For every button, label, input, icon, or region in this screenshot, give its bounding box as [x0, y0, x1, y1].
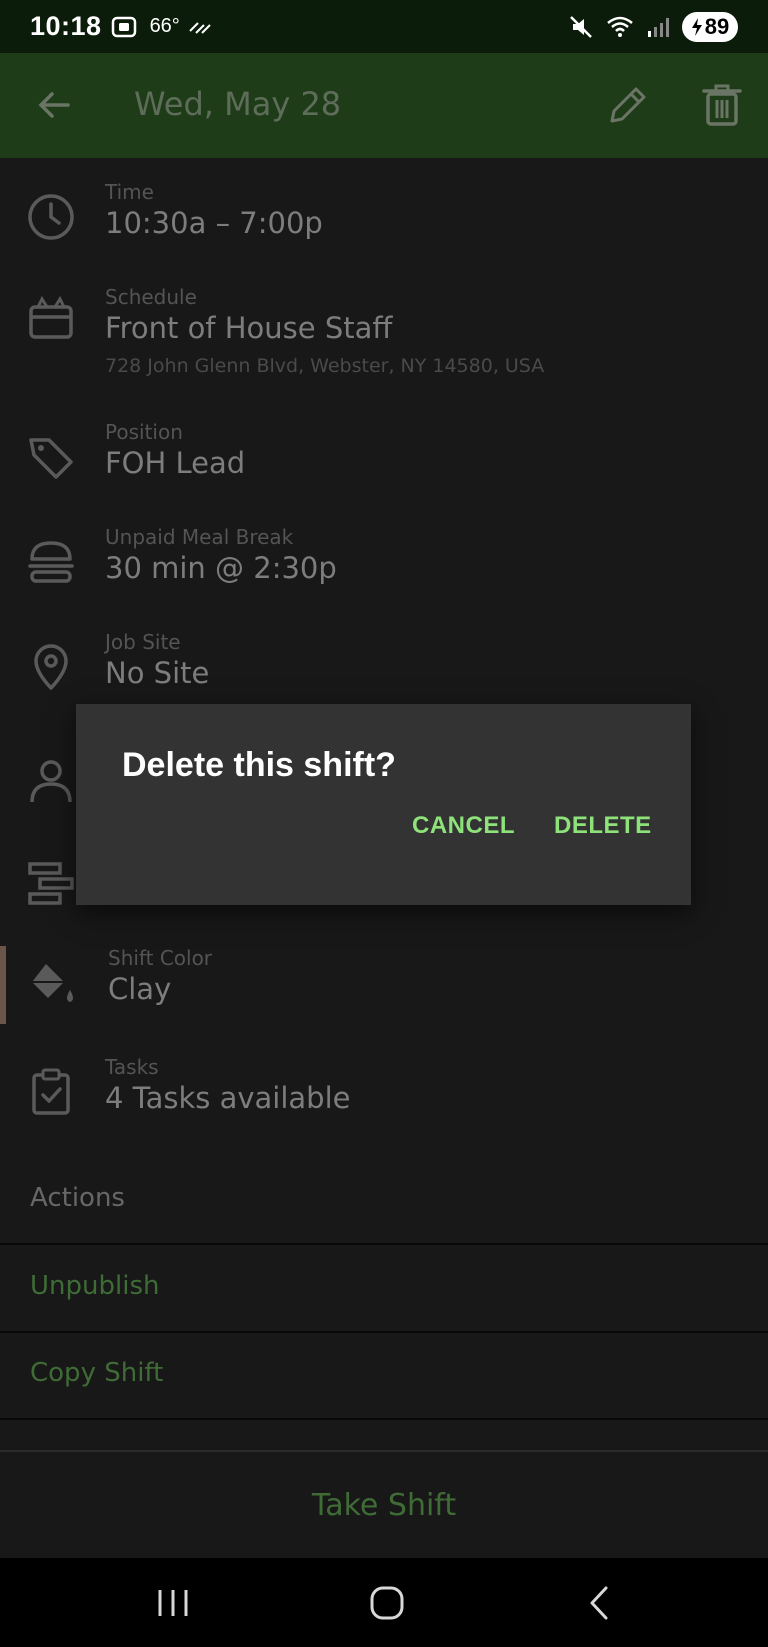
meal-break-value: 30 min @ 2:30p: [105, 551, 337, 585]
bottom-action-bar: Take Shift: [0, 1450, 768, 1558]
tasks-label: Tasks: [105, 1055, 159, 1079]
weather-haze-icon: [189, 21, 211, 34]
wifi-icon: [607, 16, 633, 37]
clock-icon: [28, 194, 74, 240]
time-label: Time: [105, 180, 154, 204]
status-temperature: 66°: [149, 15, 180, 37]
divider: [0, 1418, 768, 1420]
back-arrow-icon[interactable]: [32, 83, 76, 127]
delete-confirm-dialog: Delete this shift? CANCEL DELETE: [76, 704, 691, 905]
meal-break-label: Unpaid Meal Break: [105, 525, 294, 549]
unpublish-button[interactable]: Unpublish: [30, 1271, 159, 1301]
status-bar: 10:18 66° 89: [0, 0, 768, 53]
position-label: Position: [105, 420, 183, 444]
back-nav-icon[interactable]: [578, 1580, 624, 1626]
charging-icon: [691, 17, 702, 36]
layers-align-icon: [28, 862, 74, 905]
mute-icon: [570, 15, 592, 38]
tag-icon: [29, 438, 73, 479]
shift-color-label: Shift Color: [108, 946, 213, 970]
system-nav-bar: [0, 1558, 768, 1647]
recent-apps-icon[interactable]: [150, 1580, 196, 1626]
battery-indicator: 89: [682, 11, 738, 42]
time-value: 10:30a – 7:00p: [105, 206, 323, 240]
tasks-value: 4 Tasks available: [105, 1081, 351, 1115]
schedule-address: 728 John Glenn Blvd, Webster, NY 14580, …: [105, 355, 545, 377]
actions-header: Actions: [30, 1183, 125, 1213]
location-pin-icon: [34, 644, 68, 690]
delete-trash-icon[interactable]: [698, 81, 746, 129]
clipboard-check-icon: [32, 1068, 70, 1115]
dialog-title: Delete this shift?: [122, 746, 396, 784]
page-title: Wed, May 28: [134, 85, 342, 123]
schedule-label: Schedule: [105, 285, 197, 309]
schedule-value: Front of House Staff: [105, 311, 393, 345]
position-value: FOH Lead: [105, 446, 246, 480]
job-site-label: Job Site: [105, 630, 181, 654]
burger-icon: [28, 541, 74, 583]
job-site-value: No Site: [105, 656, 210, 690]
divider: [0, 1243, 768, 1245]
cancel-button[interactable]: CANCEL: [412, 812, 515, 840]
take-shift-button[interactable]: Take Shift: [0, 1452, 768, 1560]
shift-color-strip: [0, 946, 6, 1024]
battery-level: 89: [704, 13, 730, 39]
signal-icon: [648, 17, 669, 37]
person-icon: [30, 760, 72, 803]
copy-shift-button[interactable]: Copy Shift: [30, 1358, 163, 1388]
edit-pencil-icon[interactable]: [604, 81, 652, 129]
screenshot-icon: [111, 16, 136, 37]
shift-color-value: Clay: [108, 972, 172, 1006]
delete-button[interactable]: DELETE: [554, 812, 652, 840]
home-icon[interactable]: [364, 1580, 410, 1626]
status-time: 10:18: [30, 11, 102, 41]
schedule-briefcase-icon: [29, 295, 73, 339]
paint-bucket-icon: [32, 964, 73, 1002]
divider: [0, 1331, 768, 1333]
app-bar: Wed, May 28: [0, 53, 768, 158]
